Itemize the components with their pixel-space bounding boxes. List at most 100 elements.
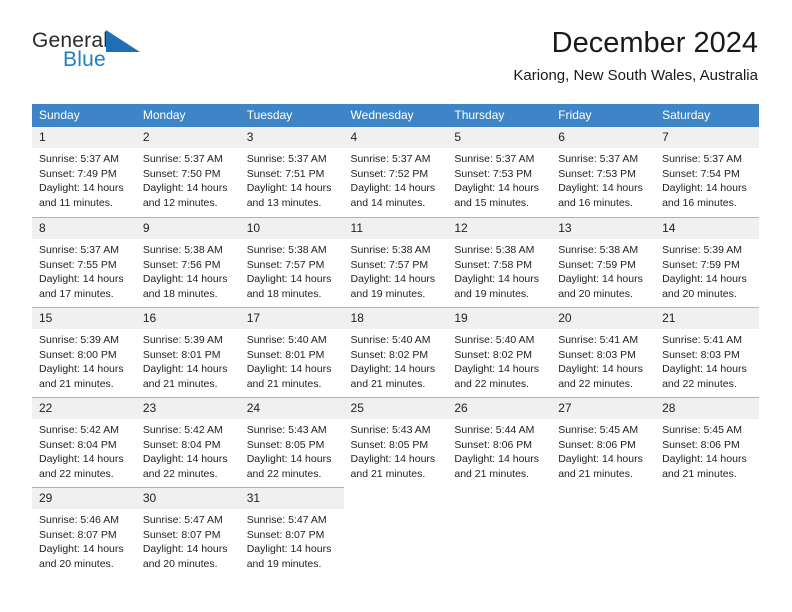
calendar-day-cell[interactable]: 5 Sunrise: 5:37 AM Sunset: 7:53 PM Daylight… (447, 127, 552, 217)
daylight-text-line1: Daylight: 14 hours (142, 453, 228, 466)
daylight-text-line1: Daylight: 14 hours (142, 182, 228, 195)
daylight-text-line1: Daylight: 14 hours (558, 453, 643, 466)
daylight-text-line2: and 13 minutes. (246, 196, 322, 209)
sunset-text: Sunset: 7:58 PM (454, 258, 533, 271)
sunset-text: Sunset: 8:03 PM (662, 348, 740, 361)
page-header: General Blue December 2024 Kariong, New … (0, 0, 792, 84)
daylight-text-line2: and 15 minutes. (454, 196, 530, 209)
day-number: 2 (135, 127, 240, 148)
title-block: December 2024 Kariong, New South Wales, … (513, 26, 758, 86)
daylight-text-line2: and 22 minutes. (39, 467, 114, 480)
daylight-text-line1: Daylight: 14 hours (662, 182, 747, 195)
daylight-text-line1: Daylight: 14 hours (454, 453, 540, 466)
calendar-day-cell[interactable]: 15 Sunrise: 5:39 AM Sunset: 8:00 PM Dayligh… (32, 307, 136, 397)
sunrise-text: Sunrise: 5:41 AM (662, 334, 743, 346)
day-number: 6 (551, 127, 656, 148)
calendar-day-cell[interactable]: 30 Sunrise: 5:47 AM Sunset: 8:07 PM Dayligh… (135, 487, 240, 577)
sunset-text: Sunset: 8:05 PM (350, 438, 429, 451)
calendar-day-cell[interactable]: 25 Sunrise: 5:43 AM Sunset: 8:05 PM Dayligh… (343, 397, 448, 487)
daylight-text-line2: and 20 minutes. (662, 287, 737, 300)
calendar-day-cell[interactable]: 4 Sunrise: 5:37 AM Sunset: 7:52 PM Daylight… (343, 127, 448, 217)
day-number: 30 (135, 487, 240, 509)
calendar-day-cell[interactable]: 18 Sunrise: 5:40 AM Sunset: 8:02 PM Dayligh… (343, 307, 448, 397)
sunrise-text: Sunrise: 5:42 AM (142, 424, 223, 436)
daylight-text-line1: Daylight: 14 hours (662, 273, 747, 286)
sunrise-text: Sunrise: 5:47 AM (246, 514, 327, 526)
calendar-day-cell[interactable]: 28 Sunrise: 5:45 AM Sunset: 8:06 PM Dayligh… (655, 397, 759, 487)
day-number: 14 (655, 217, 759, 239)
calendar-day-cell[interactable]: 20 Sunrise: 5:41 AM Sunset: 8:03 PM Dayligh… (551, 307, 656, 397)
calendar-header-row: Sunday Monday Tuesday Wednesday Thursday… (32, 104, 759, 127)
calendar-day-cell[interactable]: 3 Sunrise: 5:37 AM Sunset: 7:51 PM Daylight… (239, 127, 344, 217)
calendar-day-cell[interactable]: 13 Sunrise: 5:38 AM Sunset: 7:59 PM Dayligh… (551, 217, 656, 307)
day-number: 10 (239, 217, 344, 239)
logo-triangle-icon (106, 30, 141, 56)
day-number: 13 (551, 217, 656, 239)
day-details: Sunrise: 5:37 AM Sunset: 7:55 PM Daylight:… (32, 239, 136, 301)
calendar-table: Sunday Monday Tuesday Wednesday Thursday… (32, 104, 759, 577)
day-number: 18 (343, 307, 448, 329)
sunrise-text: Sunrise: 5:37 AM (350, 153, 431, 165)
sunrise-text: Sunrise: 5:37 AM (39, 244, 119, 256)
calendar-day-cell[interactable]: 2 Sunrise: 5:37 AM Sunset: 7:50 PM Daylight… (135, 127, 240, 217)
sunrise-text: Sunrise: 5:40 AM (246, 334, 327, 346)
sunset-text: Sunset: 7:56 PM (142, 258, 221, 271)
calendar-day-cell[interactable]: 26 Sunrise: 5:44 AM Sunset: 8:06 PM Dayligh… (447, 397, 552, 487)
calendar-day-cell[interactable]: 21 Sunrise: 5:41 AM Sunset: 8:03 PM Dayligh… (655, 307, 759, 397)
day-details: Sunrise: 5:42 AM Sunset: 8:04 PM Daylight:… (136, 419, 240, 481)
calendar-day-cell[interactable]: 23 Sunrise: 5:42 AM Sunset: 8:04 PM Dayligh… (135, 397, 240, 487)
daylight-text-line2: and 16 minutes. (558, 196, 633, 209)
sunset-text: Sunset: 7:49 PM (39, 167, 117, 180)
daylight-text-line2: and 21 minutes. (142, 377, 218, 390)
calendar-day-cell-empty (447, 487, 552, 577)
calendar-day-cell[interactable]: 24 Sunrise: 5:43 AM Sunset: 8:05 PM Dayligh… (239, 397, 344, 487)
day-details: Sunrise: 5:45 AM Sunset: 8:06 PM Daylight:… (551, 419, 655, 481)
calendar-day-cell[interactable]: 29 Sunrise: 5:46 AM Sunset: 8:07 PM Dayligh… (32, 487, 136, 577)
calendar-day-cell[interactable]: 27 Sunrise: 5:45 AM Sunset: 8:06 PM Dayligh… (551, 397, 656, 487)
calendar-day-cell[interactable]: 22 Sunrise: 5:42 AM Sunset: 8:04 PM Dayligh… (32, 397, 136, 487)
calendar-day-cell[interactable]: 10 Sunrise: 5:38 AM Sunset: 7:57 PM Dayligh… (239, 217, 344, 307)
daylight-text-line2: and 18 minutes. (246, 287, 322, 300)
day-details: Sunrise: 5:46 AM Sunset: 8:07 PM Daylight:… (32, 509, 136, 571)
calendar-day-cell[interactable]: 6 Sunrise: 5:37 AM Sunset: 7:53 PM Daylight… (551, 127, 656, 217)
calendar-day-cell[interactable]: 12 Sunrise: 5:38 AM Sunset: 7:58 PM Dayligh… (447, 217, 552, 307)
daylight-text-line2: and 21 minutes. (246, 377, 322, 390)
calendar-day-cell[interactable]: 1 Sunrise: 5:37 AM Sunset: 7:49 PM Daylight… (32, 127, 136, 217)
calendar-day-cell[interactable]: 16 Sunrise: 5:39 AM Sunset: 8:01 PM Dayligh… (135, 307, 240, 397)
calendar-day-cell[interactable]: 7 Sunrise: 5:37 AM Sunset: 7:54 PM Daylight… (655, 127, 759, 217)
generalblue-logo: General Blue (32, 30, 232, 80)
sunset-text: Sunset: 8:06 PM (558, 438, 636, 451)
calendar-day-cell[interactable]: 8 Sunrise: 5:37 AM Sunset: 7:55 PM Daylight… (32, 217, 136, 307)
sunrise-text: Sunrise: 5:38 AM (558, 244, 639, 256)
day-details: Sunrise: 5:43 AM Sunset: 8:05 PM Daylight:… (344, 419, 448, 481)
daylight-text-line2: and 20 minutes. (39, 557, 114, 570)
calendar-day-cell[interactable]: 14 Sunrise: 5:39 AM Sunset: 7:59 PM Dayligh… (655, 217, 759, 307)
sunrise-text: Sunrise: 5:37 AM (246, 153, 327, 165)
weekday-header-friday: Friday (551, 104, 656, 127)
day-number: 11 (343, 217, 448, 239)
sunset-text: Sunset: 7:59 PM (558, 258, 636, 271)
daylight-text-line1: Daylight: 14 hours (558, 363, 643, 376)
sunset-text: Sunset: 8:00 PM (39, 348, 117, 361)
calendar-day-cell[interactable]: 9 Sunrise: 5:38 AM Sunset: 7:56 PM Daylight… (135, 217, 240, 307)
sunset-text: Sunset: 7:57 PM (246, 258, 325, 271)
daylight-text-line1: Daylight: 14 hours (558, 273, 643, 286)
calendar-day-cell[interactable]: 17 Sunrise: 5:40 AM Sunset: 8:01 PM Dayligh… (239, 307, 344, 397)
calendar-day-cell[interactable]: 11 Sunrise: 5:38 AM Sunset: 7:57 PM Dayligh… (343, 217, 448, 307)
daylight-text-line1: Daylight: 14 hours (142, 543, 228, 556)
daylight-text-line2: and 21 minutes. (350, 467, 426, 480)
daylight-text-line2: and 22 minutes. (142, 467, 218, 480)
day-number: 1 (32, 127, 136, 148)
sunset-text: Sunset: 8:01 PM (142, 348, 221, 361)
daylight-text-line1: Daylight: 14 hours (39, 273, 124, 286)
sunset-text: Sunset: 8:05 PM (246, 438, 325, 451)
day-details: Sunrise: 5:40 AM Sunset: 8:02 PM Daylight:… (447, 329, 551, 391)
sunset-text: Sunset: 8:07 PM (246, 528, 325, 541)
calendar-week-row: 8 Sunrise: 5:37 AM Sunset: 7:55 PM Daylight… (32, 217, 759, 307)
daylight-text-line1: Daylight: 14 hours (246, 363, 332, 376)
sunrise-text: Sunrise: 5:37 AM (39, 153, 119, 165)
calendar-day-cell[interactable]: 19 Sunrise: 5:40 AM Sunset: 8:02 PM Dayligh… (447, 307, 552, 397)
sunrise-text: Sunrise: 5:47 AM (142, 514, 223, 526)
calendar-day-cell[interactable]: 31 Sunrise: 5:47 AM Sunset: 8:07 PM Dayligh… (239, 487, 344, 577)
calendar-day-cell-empty (655, 487, 759, 577)
